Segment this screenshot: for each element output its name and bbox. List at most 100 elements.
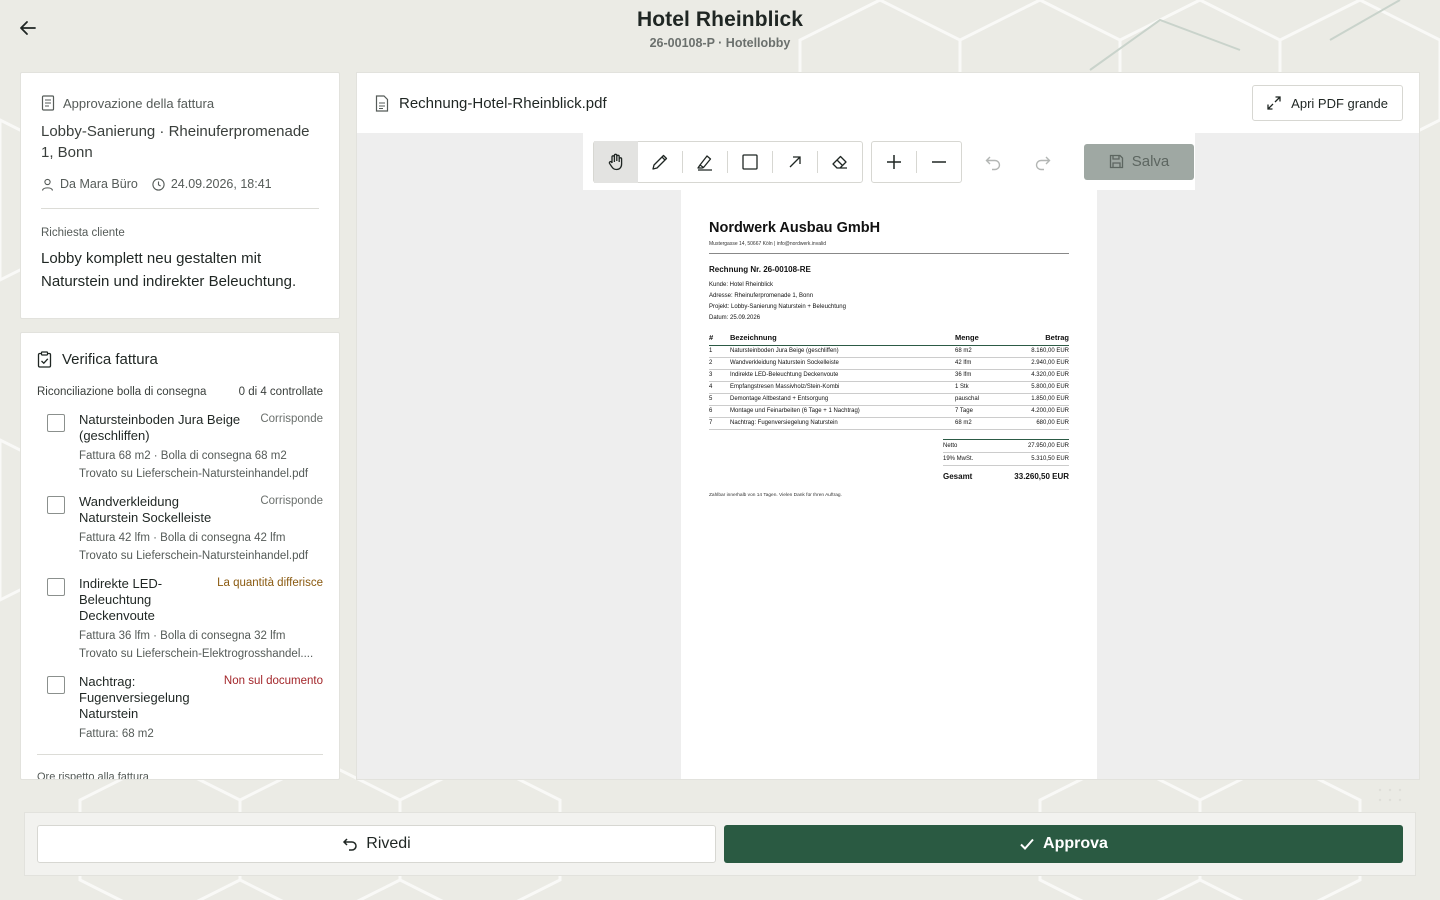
table-cell: Natursteinboden Jura Beige (geschliffen)	[730, 345, 955, 358]
check-icon	[1020, 838, 1034, 850]
item-status: Corrisponde	[260, 413, 323, 425]
table-header: Menge	[955, 333, 1007, 346]
divider	[37, 754, 323, 755]
drawing-tools	[593, 140, 863, 183]
pdf-info-line: Projekt: Lobby-Sanierung Naturstein + Be…	[709, 304, 846, 310]
document-viewer: Rechnung-Hotel-Rheinblick.pdf Apri PDF g…	[356, 72, 1420, 780]
hand-icon	[608, 153, 623, 170]
table-row: 3 Indirekte LED-Beleuchtung Deckenvoute …	[709, 369, 1069, 382]
arrow-up-right-icon	[789, 155, 801, 167]
minus-icon	[932, 160, 946, 163]
project-name: Lobby-Sanierung · Rheinuferpromenade 1, …	[41, 123, 310, 161]
table-cell: Montage und Feinarbeiten (6 Tage + 1 Nac…	[730, 405, 955, 418]
item-checkbox[interactable]	[47, 414, 65, 432]
rectangle-tool[interactable]	[728, 141, 772, 183]
netto-row: Netto 27.950,00 EUR	[943, 440, 1069, 453]
table-cell: 1.850,00 EUR	[1007, 393, 1069, 406]
document-header: Rechnung-Hotel-Rheinblick.pdf Apri PDF g…	[357, 73, 1419, 133]
highlighter-tool[interactable]	[683, 141, 727, 183]
total-value: 33.260,50 EUR	[1014, 472, 1069, 481]
table-header: #	[709, 333, 730, 346]
netto-value: 27.950,00 EUR	[1027, 443, 1069, 449]
vat-row: 19% MwSt. 5.310,50 EUR	[943, 453, 1069, 466]
table-cell: 5.800,00 EUR	[1007, 381, 1069, 394]
table-cell: 4	[709, 381, 730, 394]
table-row: 7 Nachtrag: Fugenversiegelung Naturstein…	[709, 417, 1069, 430]
table-cell: 7 Tage	[955, 405, 1007, 418]
open-pdf-large-button[interactable]: Apri PDF grande	[1252, 85, 1403, 121]
table-row: 4 Empfangstresen Massivholz/Stein-Kombi …	[709, 381, 1069, 394]
item-found: Trovato su Lieferschein-Natursteinhandel…	[79, 468, 309, 480]
approval-label: Approvazione della fattura	[63, 95, 215, 111]
table-cell: 68 m2	[955, 345, 1007, 358]
pdf-info-block: Kunde: Hotel Rheinblick Adresse: Rheinuf…	[709, 280, 1069, 324]
approve-button[interactable]: Approva	[724, 825, 1403, 863]
datetime: 24.09.2026, 18:41	[170, 177, 272, 191]
item-checkbox[interactable]	[47, 496, 65, 514]
table-cell: Indirekte LED-Beleuchtung Deckenvoute	[730, 369, 955, 382]
table-cell: Demontage Altbestand + Entsorgung	[730, 393, 955, 406]
undo-button[interactable]	[968, 141, 1018, 183]
table-cell: 7	[709, 417, 730, 430]
request-label: Richiesta cliente	[41, 227, 125, 239]
item-checkbox[interactable]	[47, 676, 65, 694]
table-cell: 3	[709, 369, 730, 382]
vat-label: 19% MwSt.	[943, 456, 974, 462]
zoom-tools	[871, 140, 962, 183]
verify-invoice-card[interactable]: Verifica fattura Riconciliazione bolla d…	[20, 332, 340, 780]
eraser-icon	[832, 155, 847, 169]
revise-button[interactable]: Rivedi	[37, 825, 716, 863]
author: Da Mara Büro	[60, 177, 138, 191]
table-cell: 2.940,00 EUR	[1007, 357, 1069, 370]
verify-title: Verifica fattura	[62, 351, 158, 368]
reconciliation-count: 0 di 4 controllate	[238, 386, 323, 398]
table-row: 6 Montage und Feinarbeiten (6 Tage + 1 N…	[709, 405, 1069, 418]
table-cell: 5	[709, 393, 730, 406]
netto-label: Netto	[943, 443, 958, 449]
total-label: Gesamt	[943, 472, 973, 481]
table-cell: 2	[709, 357, 730, 370]
page-title: Hotel Rheinblick	[636, 8, 804, 31]
eraser-tool[interactable]	[818, 141, 862, 183]
pdf-info-line: Datum: 25.09.2026	[709, 315, 761, 321]
zoom-out-button[interactable]	[917, 141, 961, 183]
item-status: La quantità differisce	[217, 577, 323, 589]
file-icon	[375, 94, 389, 112]
save-button[interactable]: Salva	[1084, 143, 1194, 180]
pencil-icon	[652, 154, 668, 170]
square-icon	[742, 153, 758, 170]
redo-button[interactable]	[1018, 141, 1068, 183]
table-cell: Wandverkleidung Naturstein Sockelleiste	[730, 357, 955, 370]
table-cell: 4.200,00 EUR	[1007, 405, 1069, 418]
plus-icon	[887, 154, 901, 169]
hours-label: Ore rispetto alla fattura	[37, 771, 149, 780]
request-text: Lobby komplett neu gestalten mit Naturst…	[41, 250, 297, 290]
pdf-invoice-number: Rechnung Nr. 26-00108-RE	[709, 265, 811, 274]
pan-tool[interactable]	[594, 140, 638, 183]
zoom-in-button[interactable]	[872, 141, 916, 183]
reconciliation-item: Natursteinboden Jura Beige (geschliffen)…	[37, 412, 323, 480]
table-row: 1 Natursteinboden Jura Beige (geschliffe…	[709, 345, 1069, 358]
total-row: Gesamt 33.260,50 EUR	[943, 466, 1069, 484]
item-name: Nachtrag: Fugenversiegelung Naturstein	[79, 674, 190, 721]
pdf-info-line: Adresse: Rheinuferpromenade 1, Bonn	[709, 293, 814, 299]
pen-tool[interactable]	[638, 141, 682, 183]
file-name: Rechnung-Hotel-Rheinblick.pdf	[399, 94, 607, 112]
table-cell: 1 Stk	[955, 381, 1007, 394]
divider	[41, 208, 319, 209]
divider	[709, 253, 1069, 254]
table-cell: 8.160,00 EUR	[1007, 345, 1069, 358]
action-bar: Rivedi Approva	[24, 812, 1416, 876]
approve-label: Approva	[1043, 835, 1108, 852]
arrow-tool[interactable]	[773, 141, 817, 183]
item-name: Wandverkleidung Naturstein Sockelleiste	[79, 494, 212, 525]
item-checkbox[interactable]	[47, 578, 65, 596]
pdf-page[interactable]: Nordwerk Ausbau GmbH Mustergasse 14, 506…	[681, 190, 1097, 779]
revise-label: Rivedi	[366, 835, 411, 852]
table-row: 5 Demontage Altbestand + Entsorgung paus…	[709, 393, 1069, 406]
pdf-line-items-table: # Bezeichnung Menge Betrag 1 Natursteinb…	[709, 333, 1069, 430]
redo-icon	[1035, 156, 1051, 170]
document-icon	[41, 95, 55, 111]
approval-card: Approvazione della fattura Lobby-Sanieru…	[20, 72, 340, 319]
pdf-company-address: Mustergasse 14, 50667 Köln | info@nordwe…	[709, 241, 826, 247]
